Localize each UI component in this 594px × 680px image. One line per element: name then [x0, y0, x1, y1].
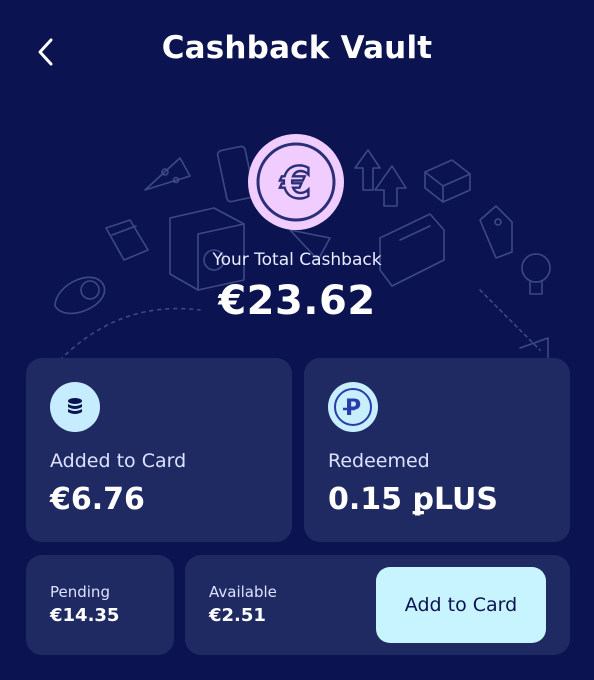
redeemed-value: 0.15 ꝑLUS — [328, 482, 498, 517]
available-value: €2.51 — [209, 605, 266, 626]
added-to-card-card: Added to Card €6.76 — [26, 358, 292, 542]
added-to-card-label: Added to Card — [50, 450, 187, 472]
total-cashback-amount: €23.62 — [218, 278, 376, 324]
redeemed-card: P Redeemed 0.15 ꝑLUS — [304, 358, 570, 542]
coins-icon — [50, 382, 100, 432]
redeemed-label: Redeemed — [328, 450, 430, 472]
added-to-card-value: €6.76 — [50, 482, 145, 517]
header: Cashback Vault — [0, 0, 594, 104]
coin-currency-symbol: € — [280, 158, 312, 209]
pending-value: €14.35 — [50, 605, 120, 626]
page-title: Cashback Vault — [161, 30, 433, 66]
pending-label: Pending — [50, 583, 110, 601]
euro-coin-icon: € — [248, 134, 344, 230]
available-label: Available — [209, 583, 277, 601]
total-cashback-label: Your Total Cashback — [212, 250, 382, 270]
pending-card: Pending €14.35 — [26, 555, 174, 655]
add-to-card-button[interactable]: Add to Card — [376, 567, 546, 643]
plus-token-icon: P — [328, 382, 378, 432]
available-card: Available €2.51 Add to Card — [185, 555, 570, 655]
